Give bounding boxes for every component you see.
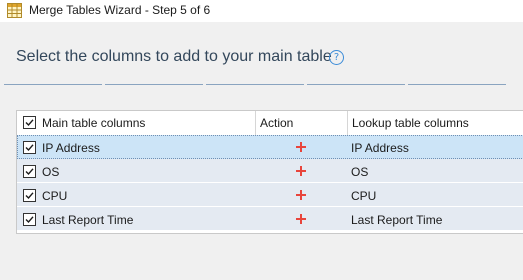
main-column-name: Last Report Time xyxy=(42,213,134,227)
checkmark-icon xyxy=(25,192,34,200)
table-row[interactable]: IP Address IP Address xyxy=(17,135,523,159)
plus-icon[interactable] xyxy=(294,140,308,154)
main-column-name: CPU xyxy=(42,189,68,203)
lookup-column-name: IP Address xyxy=(351,141,409,155)
main-column-name: OS xyxy=(42,165,60,179)
checkmark-icon xyxy=(25,144,34,152)
step-indicator-4 xyxy=(307,84,405,85)
header-main-columns[interactable]: Main table columns xyxy=(17,111,255,135)
step-indicator-2 xyxy=(105,84,203,85)
checkmark-icon xyxy=(25,216,34,224)
plus-icon[interactable] xyxy=(294,212,308,226)
row-checkbox[interactable] xyxy=(23,141,36,154)
page-title: Select the columns to add to your main t… xyxy=(16,48,332,65)
table-grid-icon xyxy=(7,3,22,18)
table-row[interactable]: OS OS xyxy=(17,159,523,183)
wizard-header: Select the columns to add to your main t… xyxy=(0,22,523,84)
select-all-checkbox[interactable] xyxy=(23,116,36,129)
table-row[interactable]: Last Report Time Last Report Time xyxy=(17,207,523,231)
step-indicator-3 xyxy=(206,84,304,85)
lookup-column-name: Last Report Time xyxy=(351,213,443,227)
step-indicator-1 xyxy=(4,84,102,85)
lookup-column-name: OS xyxy=(351,165,369,179)
plus-icon[interactable] xyxy=(294,188,308,202)
row-checkbox[interactable] xyxy=(23,189,36,202)
header-action[interactable]: Action xyxy=(255,111,347,135)
step-indicator-5 xyxy=(408,84,506,85)
plus-icon[interactable] xyxy=(294,164,308,178)
main-column-name: IP Address xyxy=(42,141,100,155)
header-lookup-columns[interactable]: Lookup table columns xyxy=(347,111,523,135)
checkmark-icon xyxy=(25,119,34,127)
table-header: Main table columns Action Lookup table c… xyxy=(17,111,523,136)
columns-table: Main table columns Action Lookup table c… xyxy=(16,110,523,234)
title-bar[interactable]: Merge Tables Wizard - Step 5 of 6 xyxy=(0,0,523,22)
checkmark-icon xyxy=(25,168,34,176)
row-checkbox[interactable] xyxy=(23,213,36,226)
step-progress xyxy=(0,84,523,86)
help-icon[interactable]: ? xyxy=(329,50,344,65)
header-label-action: Action xyxy=(260,116,294,130)
table-row[interactable]: CPU CPU xyxy=(17,183,523,207)
window-title: Merge Tables Wizard - Step 5 of 6 xyxy=(29,3,211,17)
row-checkbox[interactable] xyxy=(23,165,36,178)
header-label-main: Main table columns xyxy=(42,116,146,130)
lookup-column-name: CPU xyxy=(351,189,377,203)
header-label-lookup: Lookup table columns xyxy=(352,116,469,130)
